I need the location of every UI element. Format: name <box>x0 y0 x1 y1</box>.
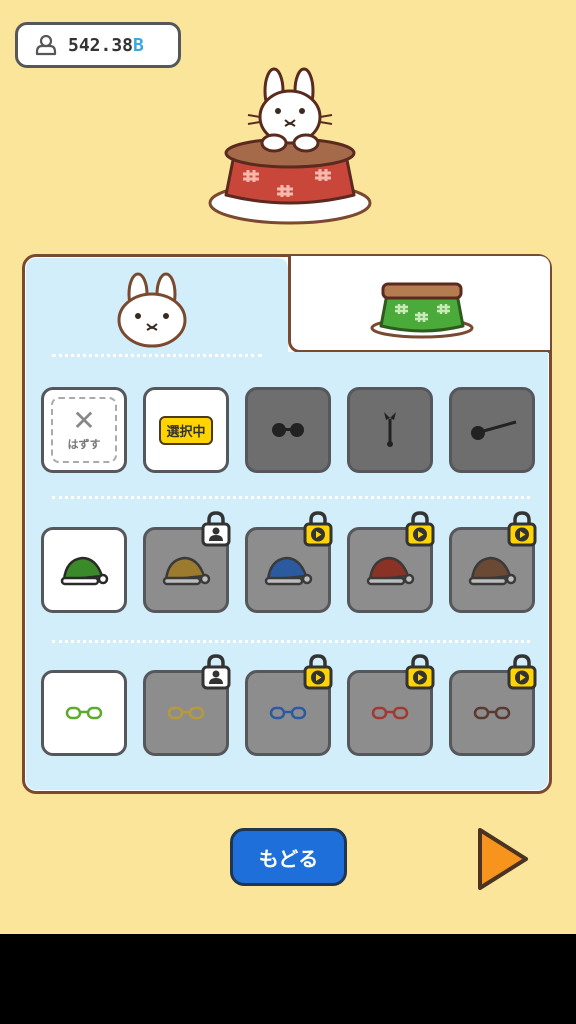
divider <box>52 354 262 357</box>
glasses-icon <box>167 706 205 720</box>
video-lock-icon <box>303 511 333 547</box>
eyepatch-slot[interactable] <box>449 387 535 473</box>
video-lock-icon <box>303 654 333 690</box>
eyepatch-icon <box>471 420 517 440</box>
santa-hat-icon <box>468 556 517 586</box>
back-button[interactable]: もどる <box>230 828 347 886</box>
glasses-icon <box>473 706 511 720</box>
currency-unit: B <box>133 34 144 56</box>
santa-hat-icon <box>162 556 211 586</box>
play-arrow-icon[interactable] <box>474 824 532 894</box>
sunglasses-icon <box>272 423 304 437</box>
video-lock-icon <box>405 654 435 690</box>
bunny-face-icon <box>117 272 187 348</box>
glasses-icon <box>65 706 103 720</box>
glasses-icon <box>371 706 409 720</box>
tie-slot[interactable] <box>347 387 433 473</box>
system-nav-bar <box>0 934 576 1024</box>
santa-hat-icon <box>366 556 415 586</box>
bunny-on-kotatsu-illustration <box>208 67 372 225</box>
user-lock-icon <box>201 654 231 690</box>
hat-slot[interactable] <box>41 527 127 613</box>
divider <box>52 640 530 643</box>
coin-stack-icon <box>35 34 57 56</box>
video-lock-icon <box>405 511 435 547</box>
selected-slot[interactable]: 選択中 <box>143 387 229 473</box>
tab-kotatsu[interactable] <box>288 256 550 353</box>
santa-hat-icon <box>264 556 313 586</box>
close-icon: ✕ <box>72 404 96 437</box>
user-lock-icon <box>201 511 231 547</box>
sunglasses-slot[interactable] <box>245 387 331 473</box>
glasses-slot[interactable] <box>41 670 127 756</box>
remove-label: はずす <box>67 438 101 451</box>
currency-amount: 542.38 <box>68 34 134 56</box>
selected-badge: 選択中 <box>159 415 213 445</box>
kotatsu-icon <box>370 282 474 339</box>
tab-character[interactable] <box>26 258 288 358</box>
video-lock-icon <box>507 511 537 547</box>
divider <box>52 496 530 499</box>
remove-accessory-slot[interactable]: ✕ はずす <box>41 387 127 473</box>
currency-display: 542.38 B <box>15 22 181 68</box>
tie-icon <box>384 412 396 447</box>
glasses-icon <box>269 706 307 720</box>
video-lock-icon <box>507 654 537 690</box>
santa-hat-icon <box>60 556 109 586</box>
remove-dashed-frame: ✕ はずす <box>51 397 117 463</box>
